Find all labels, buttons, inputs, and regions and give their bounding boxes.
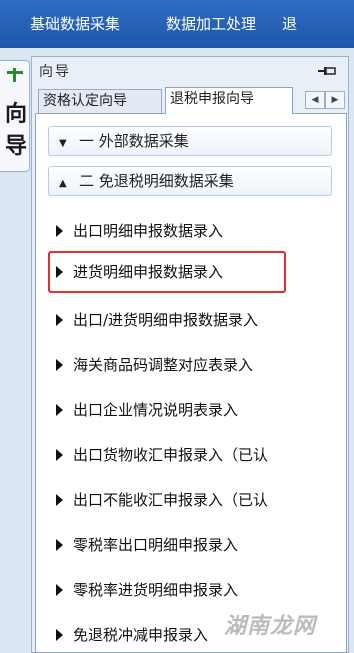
item-label: 海关商品码调整对应表录入 (73, 356, 254, 374)
item-label: 出口不能收汇申报录入（已认 (73, 491, 269, 509)
side-tab-label: 向导 (4, 102, 27, 159)
panel-title: 向导 (39, 64, 71, 80)
triangle-right-icon (56, 225, 63, 237)
item-label: 出口/进货明细申报数据录入 (73, 311, 259, 329)
triangle-right-icon (56, 359, 63, 371)
group-label: 一 外部数据采集 (79, 132, 189, 150)
list-item[interactable]: 出口明细申报数据录入 (56, 218, 223, 244)
pin-icon[interactable] (318, 66, 336, 76)
item-label: 零税率进货明细申报录入 (73, 581, 239, 599)
item-label: 零税率出口明细申报录入 (73, 536, 239, 554)
tab-refund-declaration-guide[interactable]: 退税申报向导 (165, 87, 293, 114)
tab-scroll-left-icon[interactable]: ◀ (305, 91, 325, 109)
list-item[interactable]: 海关商品码调整对应表录入 (56, 352, 253, 378)
triangle-right-icon (56, 449, 63, 461)
item-label: 出口企业情况说明表录入 (73, 401, 239, 419)
tab-strip: 资格认定向导 退税申报向导 ◀ ▶ (35, 87, 347, 114)
menu-bar: 基础数据采集 数据加工处理 退 (0, 0, 354, 48)
list-item[interactable]: 出口不能收汇申报录入（已认 (56, 487, 268, 513)
tab-scroll-buttons: ◀ ▶ (305, 91, 345, 109)
list-item[interactable]: 免退税冲减申报录入 (56, 622, 208, 648)
triangle-right-icon (56, 494, 63, 506)
list-item[interactable]: 零税率进货明细申报录入 (56, 577, 238, 603)
tab-scroll-right-icon[interactable]: ▶ (325, 91, 345, 109)
caret-up-icon: ▲ (59, 178, 67, 189)
list-item[interactable]: 零税率出口明细申报录入 (56, 532, 238, 558)
guide-content: ▼ 一 外部数据采集 ▲ 二 免退税明细数据采集 出口明细申报数据录入 进货明细申报… (35, 113, 347, 653)
triangle-right-icon (56, 584, 63, 596)
triangle-right-icon (56, 539, 63, 551)
menu-item-data-processing[interactable]: 数据加工处理 (120, 0, 256, 48)
group-external-data[interactable]: ▼ 一 外部数据采集 (48, 126, 332, 156)
item-label: 出口明细申报数据录入 (73, 222, 224, 240)
list-item[interactable]: 出口企业情况说明表录入 (56, 397, 238, 423)
group-label: 二 免退税明细数据采集 (79, 172, 234, 190)
triangle-right-icon (56, 629, 63, 641)
item-label: 免退税冲减申报录入 (73, 626, 209, 644)
triangle-right-icon (56, 314, 63, 326)
tab-qualification-guide[interactable]: 资格认定向导 (38, 89, 162, 113)
triangle-right-icon (56, 404, 63, 416)
watermark: 湖南龙网 (223, 614, 316, 639)
list-item[interactable]: 出口/进货明细申报数据录入 (56, 307, 258, 333)
item-label: 出口货物收汇申报录入（已认 (73, 446, 269, 464)
menu-item-refund[interactable]: 退 (256, 0, 297, 48)
caret-down-icon: ▼ (59, 138, 67, 149)
group-refund-detail-data[interactable]: ▲ 二 免退税明细数据采集 (48, 166, 332, 196)
side-tab-guide[interactable]: 向导 (0, 60, 30, 172)
highlight-box (48, 251, 286, 293)
list-item[interactable]: 出口货物收汇申报录入（已认 (56, 442, 268, 468)
pin-icon (7, 68, 23, 82)
guide-panel: 向导 资格认定向导 退税申报向导 ◀ ▶ ▼ 一 外部数据采集 ▲ 二 免退税明细数… (31, 56, 349, 653)
menu-item-basic-data[interactable]: 基础数据采集 (0, 0, 120, 48)
